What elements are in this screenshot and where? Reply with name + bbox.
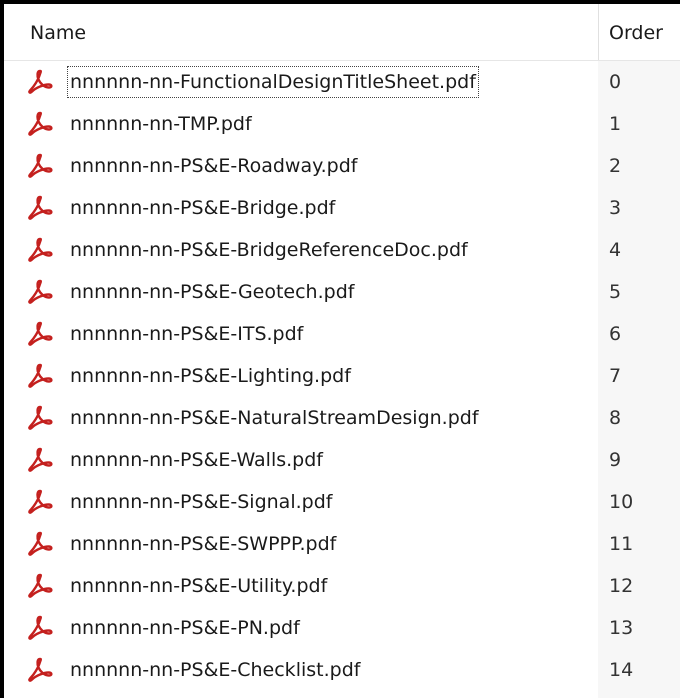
file-order: 6 <box>609 323 622 345</box>
file-row[interactable]: nnnnnn-nn-PS&E-Roadway.pdf 2 <box>4 145 680 187</box>
pdf-icon <box>28 615 53 640</box>
file-name: nnnnnn-nn-PS&E-Walls.pdf <box>70 449 323 471</box>
file-order: 5 <box>609 281 622 303</box>
file-row[interactable]: nnnnnn-nn-PS&E-Checklist.pdf 14 <box>4 649 680 691</box>
file-order: 14 <box>609 659 634 681</box>
pdf-icon <box>28 657 53 682</box>
file-row[interactable]: nnnnnn-nn-PS&E-Signal.pdf 10 <box>4 481 680 523</box>
pdf-icon <box>28 279 53 304</box>
file-order: 2 <box>609 155 622 177</box>
pdf-icon <box>28 447 53 472</box>
column-divider[interactable] <box>598 4 599 60</box>
pdf-icon <box>28 153 53 178</box>
file-order: 4 <box>609 239 622 261</box>
file-row[interactable]: nnnnnn-nn-PS&E-ITS.pdf 6 <box>4 313 680 355</box>
file-row[interactable]: nnnnnn-nn-PS&E-Lighting.pdf 7 <box>4 355 680 397</box>
file-order: 13 <box>609 617 634 639</box>
file-row[interactable]: nnnnnn-nn-PS&E-Walls.pdf 9 <box>4 439 680 481</box>
file-row[interactable]: nnnnnn-nn-PS&E-NaturalStreamDesign.pdf 8 <box>4 397 680 439</box>
file-name: nnnnnn-nn-PS&E-PN.pdf <box>70 617 300 639</box>
file-row[interactable]: nnnnnn-nn-FunctionalDesignTitleSheet.pdf… <box>4 61 680 103</box>
file-name: nnnnnn-nn-PS&E-Bridge.pdf <box>70 197 336 219</box>
file-name: nnnnnn-nn-PS&E-ITS.pdf <box>70 323 304 345</box>
pdf-icon <box>28 111 53 136</box>
pdf-icon <box>28 573 53 598</box>
file-name: nnnnnn-nn-PS&E-Roadway.pdf <box>70 155 358 177</box>
file-name: nnnnnn-nn-FunctionalDesignTitleSheet.pdf <box>67 66 479 98</box>
file-name: nnnnnn-nn-PS&E-Utility.pdf <box>70 575 328 597</box>
pdf-icon <box>28 195 53 220</box>
file-name: nnnnnn-nn-PS&E-Lighting.pdf <box>70 365 351 387</box>
pdf-icon <box>28 69 53 94</box>
pdf-icon <box>28 489 53 514</box>
file-list: nnnnnn-nn-FunctionalDesignTitleSheet.pdf… <box>4 61 680 691</box>
file-order: 12 <box>609 575 634 597</box>
file-order: 9 <box>609 449 622 471</box>
file-order: 7 <box>609 365 622 387</box>
file-order: 3 <box>609 197 622 219</box>
file-row[interactable]: nnnnnn-nn-PS&E-BridgeReferenceDoc.pdf 4 <box>4 229 680 271</box>
file-name: nnnnnn-nn-PS&E-Checklist.pdf <box>70 659 361 681</box>
file-name: nnnnnn-nn-PS&E-Geotech.pdf <box>70 281 355 303</box>
file-name: nnnnnn-nn-PS&E-BridgeReferenceDoc.pdf <box>70 239 468 261</box>
file-row[interactable]: nnnnnn-nn-PS&E-Bridge.pdf 3 <box>4 187 680 229</box>
column-header-order[interactable]: Order <box>609 4 663 60</box>
file-row[interactable]: nnnnnn-nn-TMP.pdf 1 <box>4 103 680 145</box>
file-order: 0 <box>609 71 622 93</box>
file-row[interactable]: nnnnnn-nn-PS&E-Utility.pdf 12 <box>4 565 680 607</box>
file-name: nnnnnn-nn-PS&E-Signal.pdf <box>70 491 333 513</box>
column-header-bar: Name Order <box>4 4 680 61</box>
file-order: 11 <box>609 533 634 555</box>
pdf-icon <box>28 363 53 388</box>
pdf-icon <box>28 321 53 346</box>
file-row[interactable]: nnnnnn-nn-PS&E-SWPPP.pdf 11 <box>4 523 680 565</box>
file-row[interactable]: nnnnnn-nn-PS&E-Geotech.pdf 5 <box>4 271 680 313</box>
column-header-name[interactable]: Name <box>30 4 86 60</box>
file-name: nnnnnn-nn-PS&E-SWPPP.pdf <box>70 533 337 555</box>
pdf-icon <box>28 237 53 262</box>
file-order: 8 <box>609 407 622 429</box>
file-name: nnnnnn-nn-TMP.pdf <box>70 113 252 135</box>
pdf-icon <box>28 405 53 430</box>
file-order: 10 <box>609 491 634 513</box>
file-row[interactable]: nnnnnn-nn-PS&E-PN.pdf 13 <box>4 607 680 649</box>
file-order: 1 <box>609 113 622 135</box>
file-name: nnnnnn-nn-PS&E-NaturalStreamDesign.pdf <box>70 407 479 429</box>
pdf-icon <box>28 531 53 556</box>
